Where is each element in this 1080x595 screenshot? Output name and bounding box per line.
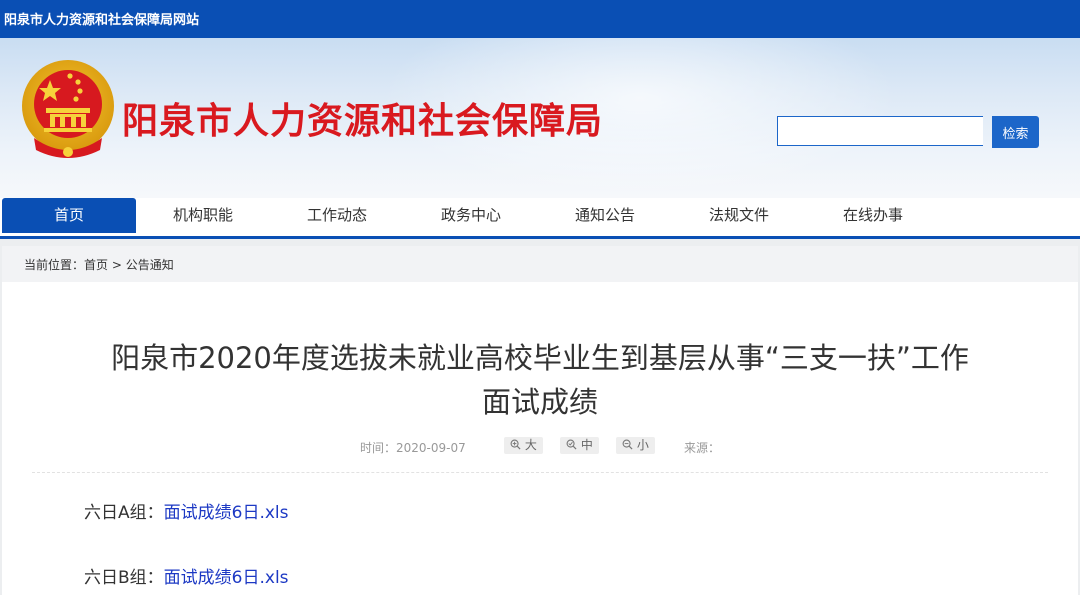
zoom-small-label: 小	[636, 438, 649, 452]
zoom-in-icon	[510, 439, 521, 450]
file-download-link[interactable]: 面试成绩6日.xls	[164, 568, 289, 588]
main-nav: 首页 机构职能 工作动态 政务中心 通知公告 法规文件 在线办事	[0, 198, 1080, 239]
nav-item-regulations[interactable]: 法规文件	[672, 198, 806, 233]
file-download-link[interactable]: 面试成绩6日.xls	[164, 503, 289, 523]
breadcrumb-bar: 当前位置：首页 > 公告通知	[2, 246, 1078, 282]
file-row: 六日A组：面试成绩6日.xls	[84, 498, 289, 523]
meta-divider	[32, 472, 1048, 473]
breadcrumb-home-link[interactable]: 首页	[84, 258, 108, 272]
top-bar: 阳泉市人力资源和社会保障局网站	[0, 0, 1080, 38]
breadcrumb-prefix: 当前位置：	[24, 258, 85, 272]
breadcrumb-current[interactable]: 公告通知	[126, 258, 174, 272]
publish-date: 时间：2020-09-07	[360, 441, 466, 455]
zoom-reset-icon	[566, 439, 577, 450]
zoom-large-button[interactable]: 大	[504, 437, 543, 454]
zoom-small-button[interactable]: 小	[616, 437, 655, 454]
site-name: 阳泉市人力资源和社会保障局网站	[4, 13, 200, 28]
zoom-out-icon	[622, 439, 633, 450]
nav-item-news[interactable]: 工作动态	[270, 198, 404, 233]
content-panel: 当前位置：首页 > 公告通知 阳泉市2020年度选拔未就业高校毕业生到基层从事“…	[2, 246, 1078, 595]
zoom-medium-button[interactable]: 中	[560, 437, 599, 454]
article-title: 阳泉市2020年度选拔未就业高校毕业生到基层从事“三支一扶”工作 面试成绩	[22, 336, 1058, 424]
bureau-title: 阳泉市人力资源和社会保障局	[122, 101, 604, 142]
national-emblem-icon	[22, 60, 114, 158]
article-title-line2: 面试成绩	[481, 385, 598, 419]
article-meta: 时间：2020-09-07 大 中 小 来源：	[2, 436, 1078, 458]
nav-item-online-service[interactable]: 在线办事	[806, 198, 940, 233]
file-group-label: 六日B组：	[84, 568, 164, 588]
article-source: 来源：	[684, 441, 721, 455]
zoom-large-label: 大	[524, 438, 537, 452]
header-banner: 阳泉市人力资源和社会保障局 检索	[0, 38, 1080, 198]
nav-item-notices[interactable]: 通知公告	[538, 198, 672, 233]
search-button[interactable]: 检索	[992, 116, 1039, 148]
nav-item-functions[interactable]: 机构职能	[136, 198, 270, 233]
search-input[interactable]	[777, 116, 983, 146]
breadcrumb: 当前位置：首页 > 公告通知	[24, 256, 174, 273]
file-row: 六日B组：面试成绩6日.xls	[84, 563, 289, 588]
nav-item-home[interactable]: 首页	[2, 198, 136, 233]
file-group-label: 六日A组：	[84, 503, 164, 523]
breadcrumb-separator: >	[111, 258, 122, 272]
nav-item-gov-center[interactable]: 政务中心	[404, 198, 538, 233]
zoom-medium-label: 中	[580, 438, 593, 452]
article-title-line1: 阳泉市2020年度选拔未就业高校毕业生到基层从事“三支一扶”工作	[111, 341, 969, 375]
